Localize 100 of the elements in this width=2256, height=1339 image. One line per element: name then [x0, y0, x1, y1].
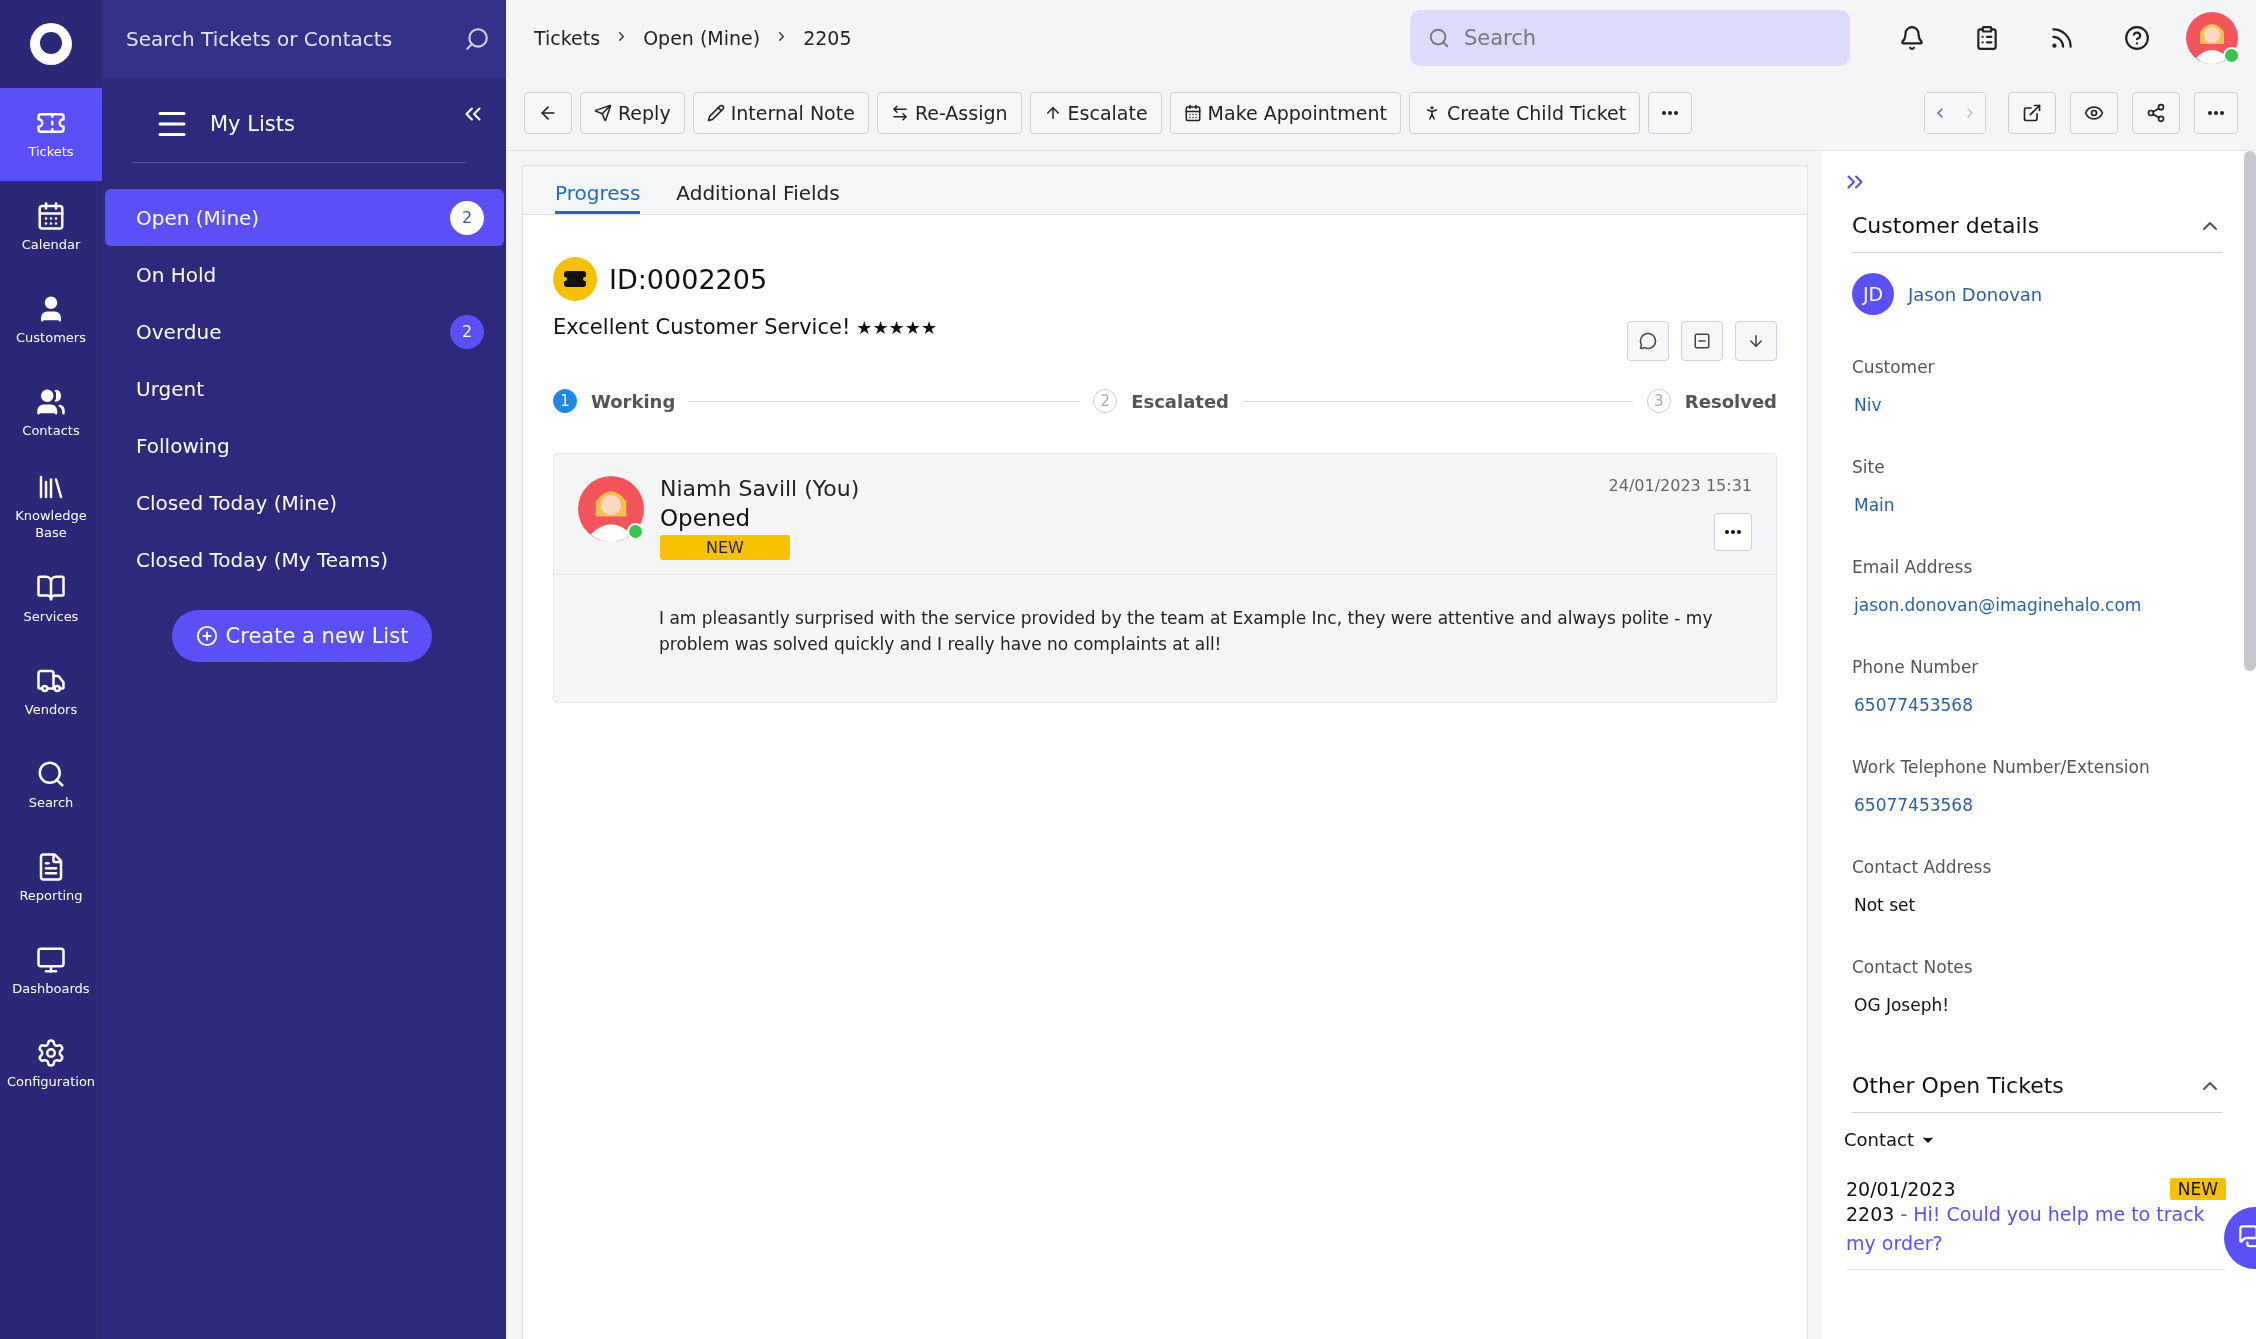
search-icon[interactable] [464, 26, 490, 52]
tab[interactable]: Additional Fields [676, 181, 840, 214]
ticket-date: 20/01/2023 [1846, 1178, 1956, 1200]
toolbar-button[interactable]: Internal Note [692, 92, 869, 134]
nav-item[interactable]: Services [0, 553, 102, 646]
search-field[interactable]: Search [1410, 10, 1850, 66]
nav-item[interactable]: Reporting [0, 832, 102, 925]
pencil-icon [706, 104, 725, 122]
toolbar-button[interactable]: Reply [580, 92, 685, 134]
timestamp: 24/01/2023 15:31 [1608, 476, 1752, 495]
ticket-link[interactable]: 2203 - Hi! Could you help me to track my order? [1846, 1200, 2226, 1257]
nav-label: Search [28, 795, 74, 812]
breadcrumb-link[interactable]: Tickets [534, 27, 601, 49]
create-list-button[interactable]: Create a new List [171, 610, 433, 662]
comment-button[interactable] [1627, 321, 1669, 361]
watch-button[interactable] [2070, 92, 2118, 134]
online-dot [627, 523, 644, 540]
count-badge: 2 [450, 314, 484, 349]
collapse-button[interactable] [1681, 321, 1723, 361]
nav-label: Dashboards [12, 981, 90, 998]
settings-icon [36, 1038, 66, 1069]
step-number: 3 [1646, 389, 1671, 413]
star-rating: ★★★★★ [856, 317, 937, 338]
toolbar-button[interactable]: Escalate [1029, 92, 1162, 134]
nav-item[interactable]: Search [0, 739, 102, 832]
speech-bubble-icon [1639, 332, 1657, 350]
field-label: Email Address [1852, 557, 1974, 577]
calendar-icon [36, 201, 66, 232]
calendar-icon [1183, 104, 1202, 122]
nav-label: Reporting [19, 888, 83, 905]
field-link[interactable]: 65077453568 [1854, 795, 2222, 815]
list-item[interactable]: Open (Mine) 2 [105, 189, 504, 246]
list-item[interactable]: Urgent [105, 360, 504, 417]
more-icon [1662, 111, 1679, 115]
note-text: I am pleasantly surprised with the service provided by the team at Example Inc, they were attentive and always polite - my problem was solved quickly and I really have no complaints at all! [658, 607, 1714, 657]
more-icon [2208, 111, 2224, 115]
search-icon [1428, 27, 1450, 49]
back-button[interactable] [524, 92, 572, 134]
breadcrumb-link[interactable]: 2205 [803, 27, 852, 49]
nav-item[interactable]: Knowledge Base [0, 460, 102, 553]
section-title: Customer details [1852, 213, 2040, 238]
online-dot [2223, 47, 2240, 64]
ticket-item[interactable]: 20/01/2023 NEW 2203 - Hi! Could you help me to track my order? [1846, 1178, 2226, 1270]
section-title: Other Open Tickets [1852, 1073, 2064, 1098]
breadcrumb-link[interactable]: Open (Mine) [643, 27, 761, 49]
field-link[interactable]: Main [1854, 495, 2222, 515]
nav-label: Knowledge Base [14, 507, 88, 542]
count-badge: 2 [450, 200, 484, 235]
list-item[interactable]: On Hold [105, 246, 504, 303]
nav-item[interactable]: Dashboards [0, 925, 102, 1018]
field-label: Customer [1852, 357, 1936, 377]
filter-dropdown[interactable]: Contact [1844, 1129, 1937, 1150]
nav-item[interactable]: Contacts [0, 367, 102, 460]
field-label: Work Telephone Number/Extension [1852, 757, 2151, 777]
action-title: Opened [660, 505, 752, 531]
tab[interactable]: Progress [555, 181, 641, 214]
nav-item[interactable]: Calendar [0, 181, 102, 274]
avatar [2186, 12, 2238, 64]
share-button[interactable] [2132, 92, 2180, 134]
nav-item[interactable]: Customers [0, 274, 102, 367]
nav-item[interactable]: Vendors [0, 646, 102, 739]
toolbar-button[interactable]: Re-Assign [876, 92, 1022, 134]
nav-item[interactable]: Tickets [0, 88, 102, 181]
nav-label: Calendar [21, 237, 81, 254]
list-item[interactable]: Closed Today (My Teams) [105, 531, 504, 588]
list-item[interactable]: Following [105, 417, 504, 474]
list-item[interactable]: Overdue 2 [105, 303, 504, 360]
field-link[interactable]: Niv [1854, 395, 2222, 415]
toolbar-button[interactable]: Create Child Ticket [1408, 92, 1641, 134]
download-button[interactable] [1735, 321, 1777, 361]
nav-label: Tickets [28, 144, 74, 161]
bell-icon[interactable] [1898, 25, 1925, 51]
step-label: Resolved [1684, 390, 1777, 412]
nav-label: Customers [16, 330, 86, 347]
external-link-icon [2022, 103, 2042, 123]
list-item[interactable]: Closed Today (Mine) [105, 474, 504, 531]
scrollbar[interactable] [2244, 151, 2256, 671]
nav-label: Vendors [24, 702, 78, 719]
ticket-icon [553, 257, 597, 301]
field-label: Site [1852, 457, 1886, 477]
logo-icon[interactable] [29, 22, 73, 66]
search-input[interactable]: Search [1462, 25, 1832, 51]
lists-heading: My Lists [210, 112, 296, 136]
nav-label: Contacts [22, 423, 80, 440]
field-value: Not set [1854, 895, 1917, 915]
toolbar-button[interactable]: Make Appointment [1169, 92, 1401, 134]
contact-link[interactable]: Jason Donovan [1908, 283, 2043, 305]
more-button[interactable] [1714, 513, 1752, 551]
help-icon[interactable] [2123, 25, 2150, 51]
field-link[interactable]: jason.donovan@imaginehalo.com [1854, 595, 2222, 615]
status-badge: NEW [660, 535, 790, 560]
nav-item[interactable]: Configuration [0, 1018, 102, 1111]
open-external-button[interactable] [2008, 92, 2056, 134]
minus-square-icon [1693, 332, 1711, 350]
field-link[interactable]: 65077453568 [1854, 695, 2222, 715]
monitor-icon [36, 945, 66, 976]
field-value: OG Joseph! [1854, 995, 1951, 1015]
arrow-down-icon [1747, 332, 1765, 350]
ticket-summary: Excellent Customer Service! ★★★★★ [553, 315, 937, 339]
nav-label: Configuration [6, 1074, 96, 1091]
